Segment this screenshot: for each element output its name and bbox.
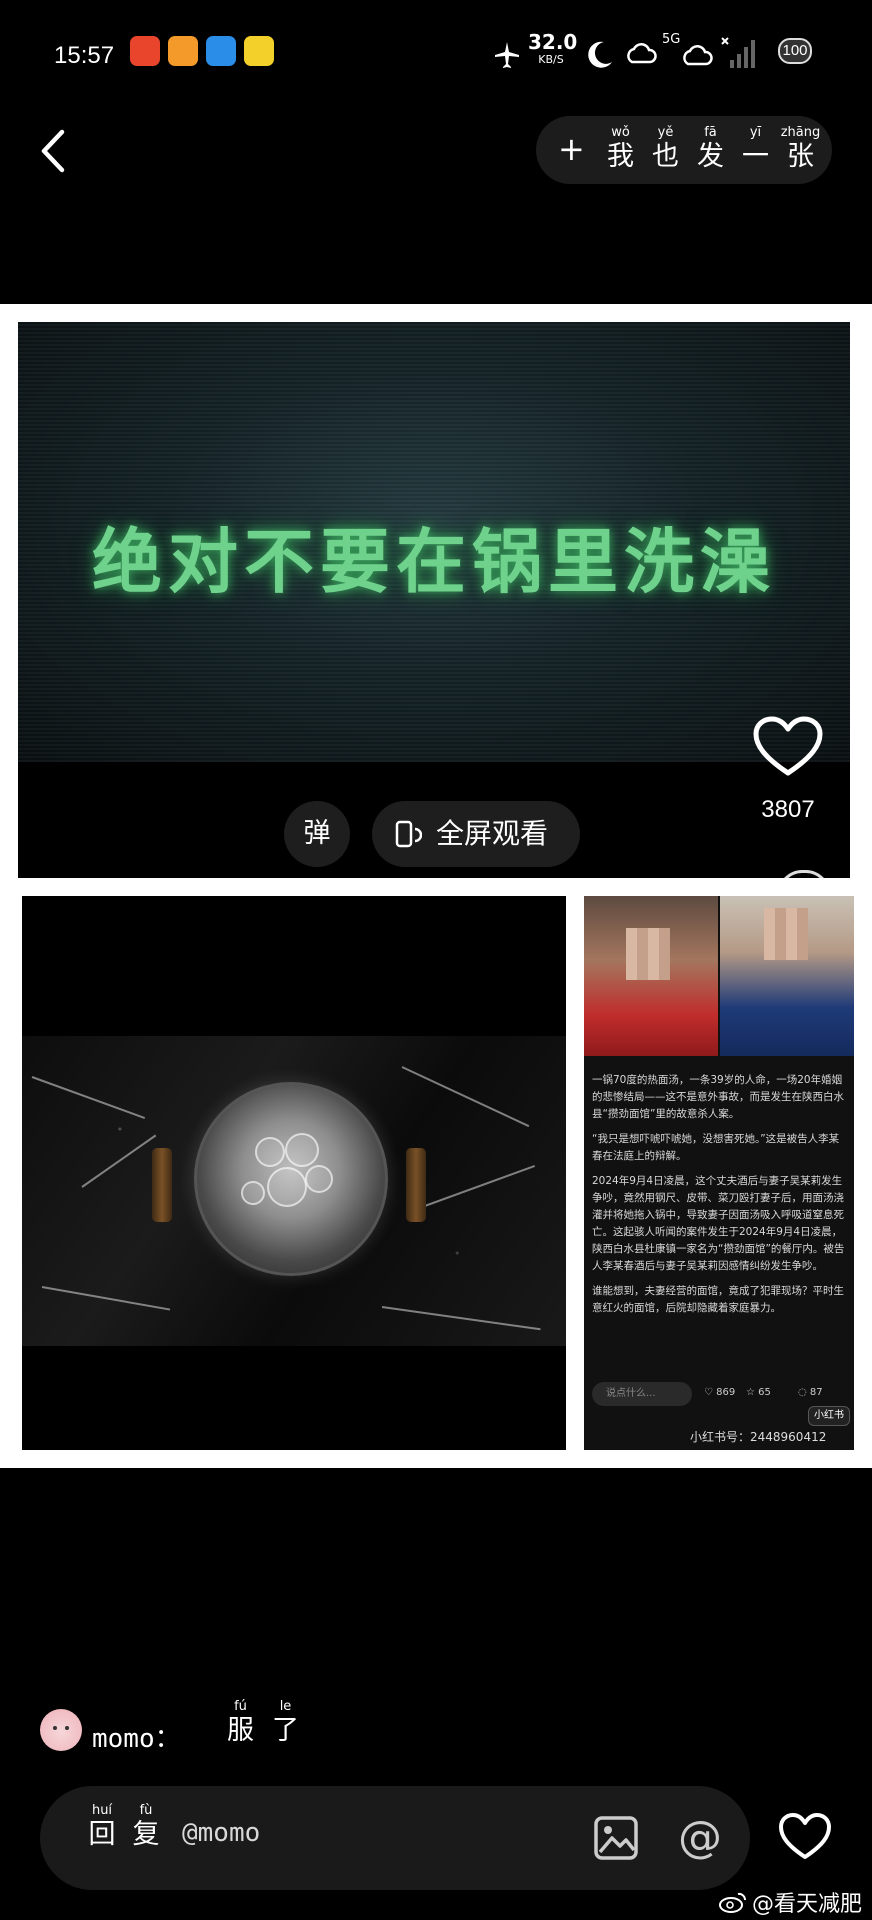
- image-picker-icon[interactable]: [592, 1814, 640, 1862]
- news-action-bar: 说点什么... ♡ 869 ☆ 65 ◌ 87 小红书 小红书号：2448960…: [584, 1376, 854, 1450]
- news-paragraph: 2024年9月4日凌晨，这个丈夫酒后与妻子吴某莉发生争吵，竟然用钢尺、皮带、菜刀…: [592, 1175, 845, 1272]
- ruby-char: yī 一: [742, 125, 769, 173]
- net-speed: 32.0 KB/S: [528, 30, 578, 66]
- app-notification-icon: [244, 36, 274, 66]
- news-article-text: 一锅70度的热面汤，一条39岁的人命，一场20年婚姻的悲惨结局——这不是意外事故…: [592, 1072, 846, 1325]
- news-post-screenshot[interactable]: 一锅70度的热面汤，一条39岁的人命，一场20年婚姻的悲惨结局——这不是意外事故…: [584, 896, 854, 1450]
- photo-man: [720, 896, 854, 1056]
- video-player-screenshot[interactable]: 绝对不要在锅里洗澡 弹 全屏观看 3807: [18, 322, 850, 878]
- news-favorite-count: ☆ 65: [746, 1387, 771, 1398]
- marble-vein: [401, 1066, 530, 1128]
- bubble: [285, 1133, 319, 1167]
- weather-cloud-icon: [683, 45, 713, 66]
- network-type-label: 5G: [662, 32, 681, 47]
- ruby-char: fā 发: [697, 125, 724, 173]
- rotate-phone-icon: [395, 820, 422, 848]
- pot: [194, 1082, 388, 1276]
- ruby-char: le 了: [272, 1699, 299, 1747]
- news-like-count: ♡ 869: [704, 1387, 736, 1398]
- marble-vein: [81, 1134, 157, 1188]
- weibo-watermark: @看天减肥: [718, 1886, 862, 1918]
- xiaohongshu-badge: 小红书: [808, 1406, 850, 1426]
- airplane-mode-icon: [495, 42, 519, 68]
- pot-image[interactable]: [22, 896, 566, 1450]
- ruby-char: fù 复: [132, 1803, 160, 1851]
- marble-vein: [41, 1286, 171, 1311]
- mention-at-icon[interactable]: @: [672, 1810, 728, 1866]
- marble-vein: [381, 1306, 541, 1331]
- pot-handle: [406, 1148, 426, 1222]
- ruby-char: yě 也: [652, 125, 679, 173]
- reply-mention: @momo: [182, 1818, 261, 1848]
- pot-handle: [152, 1148, 172, 1222]
- photo-woman: [584, 896, 718, 1056]
- reply-label: huí 回 fù 复: [80, 1804, 168, 1852]
- like-count: 3807: [761, 796, 815, 823]
- signal-strength-icon: [721, 37, 755, 68]
- app-notification-icon: [168, 36, 198, 66]
- fullscreen-label: 全屏观看: [436, 817, 549, 850]
- do-not-disturb-moon-icon: [588, 41, 612, 68]
- avatar[interactable]: [40, 1709, 82, 1751]
- status-time: 15:57: [54, 42, 115, 69]
- news-paragraph: “我只是想吓唬吓唬她，没想害死她。”这是被告人李某春在法庭上的辩解。: [592, 1133, 840, 1162]
- app-notification-icon: [206, 36, 236, 66]
- face-mosaic: [626, 928, 670, 980]
- status-bar: 15:57 32.0 KB/S 5G 100: [0, 0, 872, 110]
- weather-cloud-icon: [627, 43, 657, 64]
- marble-vein: [31, 1076, 146, 1119]
- ruby-char: huí 回: [88, 1803, 116, 1851]
- bubble: [267, 1167, 307, 1207]
- ruby-char: wǒ 我: [607, 125, 634, 173]
- bubble: [305, 1165, 333, 1193]
- news-photo: [584, 896, 854, 1056]
- news-paragraph: 一锅70度的热面汤，一条39岁的人命，一场20年婚姻的悲惨结局——这不是意外事故…: [592, 1074, 844, 1120]
- news-comment-count: ◌ 87: [798, 1387, 823, 1398]
- face-mosaic: [764, 908, 808, 960]
- watermark-text: @看天减肥: [752, 1892, 863, 1917]
- heart-icon[interactable]: [752, 715, 824, 779]
- bubble: [241, 1181, 265, 1205]
- news-paragraph: 谁能想到，夫妻经营的面馆，竟成了犯罪现场？平时生意红火的面馆，后院却隐藏着家庭暴…: [592, 1285, 844, 1314]
- app-notification-icon: [130, 36, 160, 66]
- post-one-too-button[interactable]: + wǒ 我 yě 也 fā 发 yī 一 zhāng 张: [536, 116, 832, 184]
- video-title-text: 绝对不要在锅里洗澡: [92, 521, 776, 603]
- ruby-char: zhāng 张: [780, 125, 821, 173]
- weibo-logo-icon: [719, 1892, 747, 1913]
- heart-icon[interactable]: [778, 1812, 832, 1862]
- back-arrow-icon[interactable]: [36, 126, 76, 176]
- danmu-button[interactable]: 弹: [284, 801, 350, 867]
- fullscreen-button[interactable]: 全屏观看: [372, 801, 580, 867]
- comment-text: fú 服 le 了: [218, 1700, 308, 1748]
- partial-icon: [778, 870, 830, 878]
- marble-vein: [421, 1165, 536, 1208]
- battery-indicator: 100: [778, 38, 812, 64]
- post-button-label: wǒ 我 yě 也 fā 发 yī 一 zhāng 张: [598, 126, 823, 174]
- reply-input[interactable]: huí 回 fù 复 @momo @: [40, 1786, 750, 1890]
- xiaohongshu-id: 小红书号：2448960412: [690, 1430, 827, 1444]
- news-comment-input: 说点什么...: [592, 1382, 692, 1406]
- bubble: [255, 1137, 285, 1167]
- comment-username[interactable]: momo：: [92, 1718, 181, 1755]
- ruby-char: fú 服: [227, 1699, 254, 1747]
- plus-icon: +: [558, 130, 585, 168]
